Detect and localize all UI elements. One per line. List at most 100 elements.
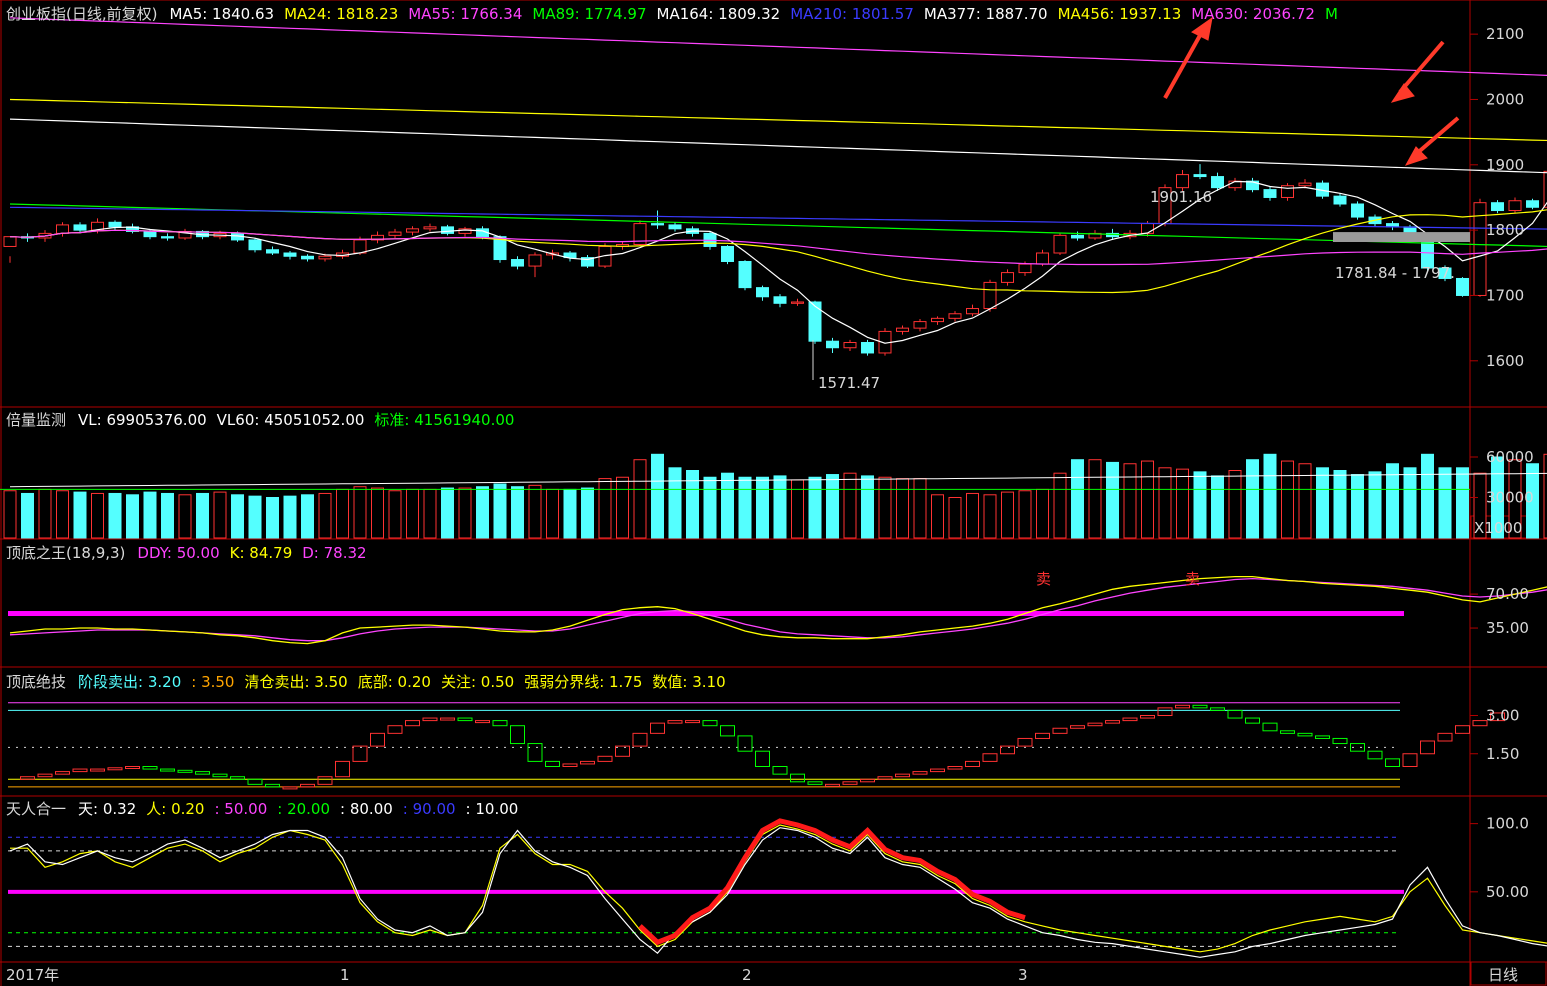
kdj-header-indicator-1: K: 84.79: [230, 544, 293, 562]
price-axis-tick-label: 2000: [1486, 90, 1524, 108]
volume-bar: [423, 488, 437, 539]
volume-bar: [1228, 470, 1242, 539]
candle-body: [266, 249, 279, 254]
tb-box: [545, 760, 560, 768]
volume-bar: [668, 467, 682, 539]
volume-bar: [1316, 467, 1329, 539]
candle-body: [826, 340, 839, 349]
volume-bar: [318, 492, 332, 539]
price-axis-tick-label: 2100: [1486, 25, 1524, 43]
tb-box: [895, 773, 910, 778]
price-header-indicator-1: MA24: 1818.23: [284, 5, 398, 23]
volume-bar: [1053, 472, 1067, 539]
price-axis-tick-label: 1600: [1486, 352, 1524, 370]
ma5-line: [9, 180, 1547, 344]
candle-body: [983, 281, 997, 310]
tb-box: [685, 720, 700, 724]
volume-bar: [703, 476, 717, 539]
volume-bar: [266, 497, 279, 539]
tb-box: [1385, 758, 1400, 767]
volume-bar: [1123, 463, 1137, 539]
tb-box: [1035, 732, 1050, 739]
volume-bar: [388, 490, 402, 539]
tb-box: [790, 773, 805, 783]
tb-box: [667, 720, 683, 724]
volume-bar: [1438, 467, 1452, 539]
volume-bar: [983, 494, 997, 539]
volume-bar: [1106, 461, 1119, 539]
candle-body: [1176, 174, 1189, 189]
tb-box: [737, 735, 753, 752]
candle-body: [808, 301, 822, 342]
volume-bar: [948, 497, 962, 539]
tb-header-indicator-2: 清仓卖出: 3.50: [244, 673, 347, 691]
range-band: [1333, 232, 1470, 242]
volume-bar: [773, 475, 787, 539]
candles-layer: [3, 164, 1547, 356]
volume-bar: [721, 472, 734, 539]
tb-box: [1437, 732, 1453, 742]
volume-bar: [1071, 459, 1084, 539]
volume-bar: [161, 492, 174, 539]
candle-body: [441, 226, 454, 234]
tb-box: [702, 720, 718, 727]
tb-box: [1472, 720, 1488, 727]
volume-bar: [1333, 470, 1347, 539]
volume-bar: [1298, 463, 1312, 539]
tianren-axis-tick-label: 100.0: [1486, 815, 1529, 833]
volume-bar: [458, 487, 472, 539]
tb-box: [1280, 730, 1295, 734]
tb-box: [107, 767, 123, 771]
tb-box: [1017, 737, 1033, 747]
tb-box: [1420, 740, 1435, 755]
volume-bar: [931, 494, 944, 539]
kdj-axis-tick-label: 35.00: [1486, 619, 1529, 637]
candle-body: [1526, 200, 1539, 208]
sell-mark-1: 卖: [1036, 570, 1051, 588]
tb-box: [142, 766, 158, 770]
volume-bar: [1036, 488, 1049, 539]
tb-box: [1175, 704, 1190, 709]
tb-box: [335, 760, 350, 778]
volume-bar: [231, 494, 244, 539]
tb-box: [650, 722, 665, 734]
volume-bar: [511, 486, 524, 539]
candle-body: [756, 287, 769, 298]
volume-bar: [633, 459, 647, 539]
candle-body: [318, 255, 332, 260]
volume-bar: [1351, 474, 1364, 539]
volume-bar: [913, 478, 927, 539]
tb-box: [1297, 732, 1313, 737]
axes-layer: 2100 2000 1900 1800 1700 1600 60000 30000 70.00 3…: [1470, 25, 1534, 901]
tb-box: [860, 778, 875, 783]
volume-layer: [0, 453, 1547, 539]
tb-box: [475, 720, 490, 724]
tb-box: [1087, 722, 1103, 727]
candle-body: [966, 308, 979, 315]
price-header-indicator-2: MA55: 1766.34: [408, 5, 522, 23]
candle-body: [1018, 263, 1032, 274]
tb-box: [247, 778, 263, 785]
headers-layer: 创业板指(日线,前复权) MA5: 1840.63 MA24: 1818.23 MA5…: [6, 5, 1338, 818]
tb-box: [1105, 720, 1120, 724]
tianren-header-indicator-0: 天: 0.32: [78, 800, 136, 818]
tb-box: [90, 768, 105, 772]
candle-body: [843, 342, 857, 349]
tb-header-indicator-1: : 3.50: [191, 673, 234, 691]
tb-box: [1332, 737, 1348, 745]
kdj-header-title: 顶底之王(18,9,3): [6, 544, 125, 562]
tianren-header-title: 天人合一: [6, 800, 66, 818]
tianren-header-indicator-2: : 50.00: [214, 800, 267, 818]
volume-bar: [1088, 459, 1102, 539]
low-annotation: 1571.47: [818, 374, 880, 392]
tb-header-indicator-0: 阶段卖出: 3.20: [78, 673, 181, 691]
tb-box: [212, 773, 228, 778]
candle-body: [773, 296, 787, 304]
tb-box: [930, 768, 945, 773]
volume-bar: [336, 488, 349, 539]
ma456-line: [9, 98, 1547, 142]
tb-box: [1000, 745, 1015, 755]
tb-box: [772, 766, 788, 775]
tb-box: [230, 776, 245, 780]
x-label-jan: 1: [340, 966, 350, 984]
